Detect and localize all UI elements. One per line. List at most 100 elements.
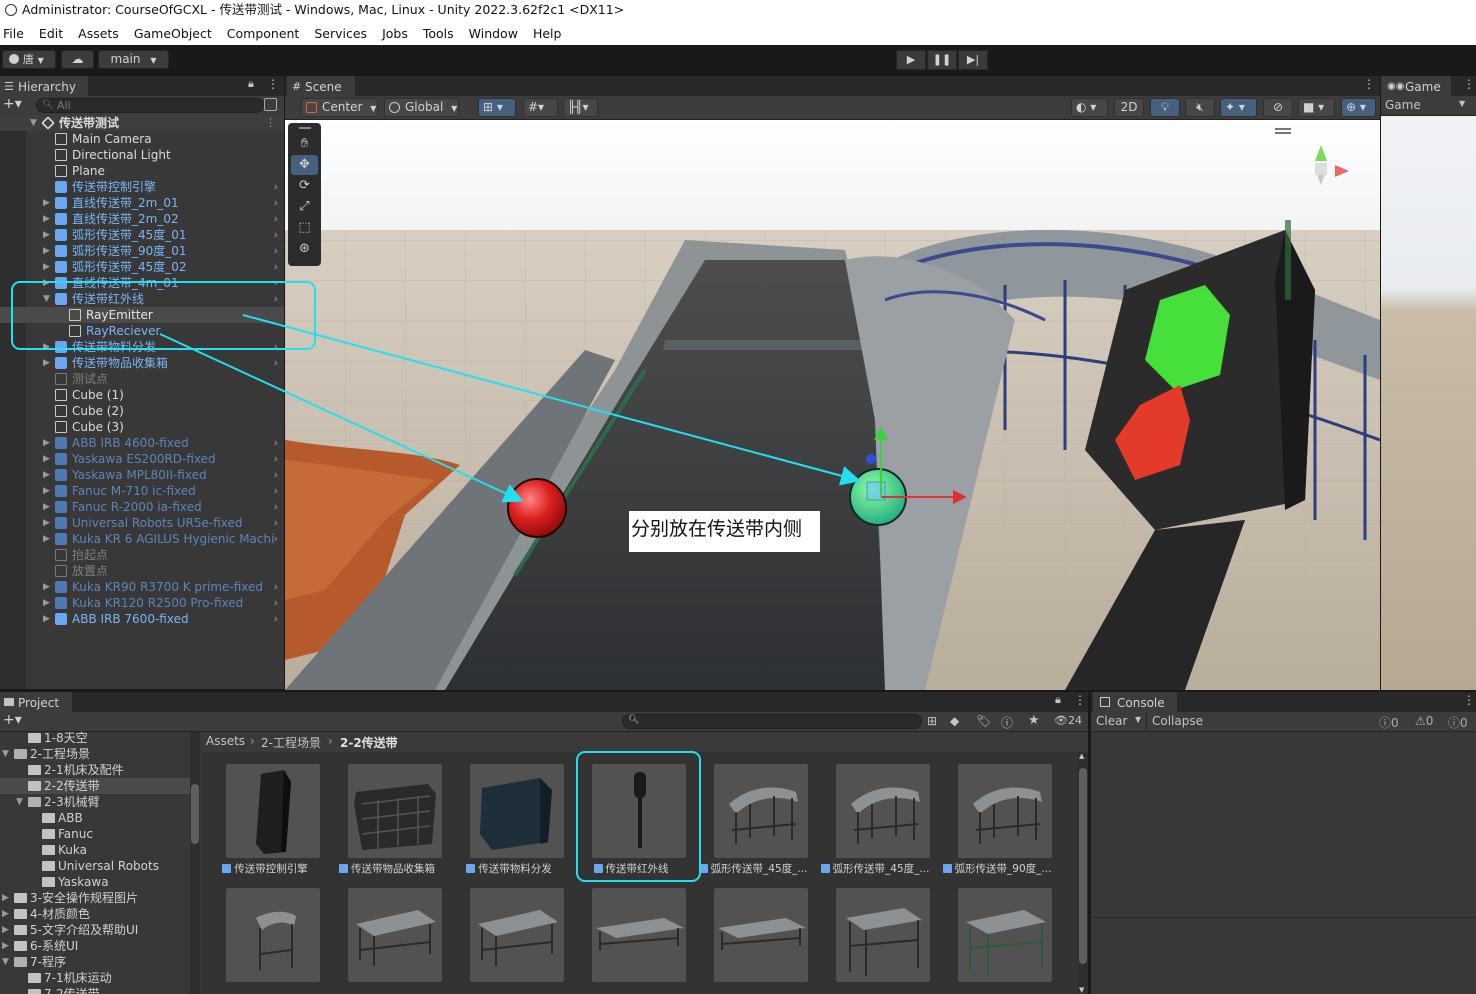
chevron-right-icon[interactable]: › <box>274 195 278 211</box>
add-icon[interactable]: +▾ <box>3 96 22 112</box>
chevron-right-icon[interactable]: › <box>274 499 278 515</box>
chevron-right-icon[interactable]: › <box>274 435 278 451</box>
foldout-icon[interactable]: ▶ <box>43 211 50 227</box>
foldout-icon[interactable]: ▶ <box>43 227 50 243</box>
menu-item-tools[interactable]: Tools <box>423 26 454 41</box>
search-by-label-icon[interactable]: ◆ <box>950 714 959 728</box>
chevron-right-icon[interactable]: › <box>274 179 278 195</box>
pivot-dropdown[interactable]: Center ▼ <box>301 98 378 117</box>
hierarchy-row[interactable]: Cube (2) <box>0 403 284 419</box>
foldout-icon[interactable]: ▶ <box>43 483 50 499</box>
tree-item[interactable]: 2-1机床及配件 <box>0 762 190 778</box>
menu-item-assets[interactable]: Assets <box>78 26 119 41</box>
game-display-dropdown[interactable]: Game ▼ <box>1381 96 1476 116</box>
hierarchy-row[interactable]: ▶ Kuka KR 6 AGILUS Hygienic Machi › <box>0 531 284 547</box>
tools-drag-handle[interactable] <box>291 125 318 131</box>
scene-visibility-icon[interactable] <box>264 98 277 111</box>
asset-item[interactable]: 弧形传送带_45度_... <box>814 764 936 884</box>
hierarchy-row[interactable]: ▶ ABB IRB 4600-fixed › <box>0 435 284 451</box>
breadcrumb-item-scene[interactable]: 2-工程场景 <box>261 734 321 751</box>
warning-count-toggle[interactable]: ⚠0 <box>1415 714 1433 728</box>
tree-item[interactable]: ▶ 3-安全操作规程图片 <box>0 890 190 906</box>
tree-scrollbar[interactable] <box>190 732 200 994</box>
hierarchy-search-input[interactable]: 🔍︎ All <box>36 98 264 113</box>
draw-mode-dropdown[interactable]: ◐ ▾ <box>1071 98 1108 117</box>
add-icon[interactable]: +▾ <box>3 712 22 728</box>
more-options-icon[interactable]: ⋮ <box>1463 693 1475 707</box>
asset-item[interactable]: 传送带控制引擎 <box>204 764 326 884</box>
hierarchy-row[interactable]: Cube (3) <box>0 419 284 435</box>
tree-item[interactable]: ▼ 7-程序 <box>0 954 190 970</box>
pause-button[interactable]: ❚❚ <box>927 50 957 70</box>
foldout-icon[interactable]: ▶ <box>2 938 9 954</box>
foldout-icon[interactable]: ▶ <box>43 355 50 371</box>
foldout-icon[interactable]: ▶ <box>43 515 50 531</box>
chevron-right-icon[interactable]: › <box>274 355 278 371</box>
foldout-icon[interactable]: ▼ <box>16 794 23 810</box>
menu-item-edit[interactable]: Edit <box>39 26 63 41</box>
menu-item-file[interactable]: File <box>3 26 24 41</box>
camera-dropdown[interactable]: ■ ▾ <box>1298 98 1335 117</box>
tree-item[interactable]: 7-2传送带 <box>0 986 190 994</box>
foldout-icon[interactable]: ▶ <box>2 922 9 938</box>
asset-item[interactable] <box>570 888 692 994</box>
menu-item-window[interactable]: Window <box>469 26 518 41</box>
foldout-icon[interactable]: ▼ <box>2 746 9 762</box>
hierarchy-row[interactable]: ▶ 直线传送带_2m_01 › <box>0 195 284 211</box>
foldout-icon[interactable]: ▶ <box>43 531 50 547</box>
chevron-right-icon[interactable]: › <box>274 515 278 531</box>
branch-dropdown[interactable]: main ▼ <box>98 50 169 69</box>
asset-item[interactable] <box>326 888 448 994</box>
error-count-toggle[interactable]: ⓘ0 <box>1448 714 1468 731</box>
scene-root-row[interactable]: ▼ 传送带测试 ⋮ <box>0 115 284 131</box>
menu-item-jobs[interactable]: Jobs <box>382 26 408 41</box>
tree-item[interactable]: 2-2传送带 <box>0 778 190 794</box>
hierarchy-row[interactable]: ▶ Yaskawa MPL80II-fixed › <box>0 467 284 483</box>
clear-options-chevron-icon[interactable]: ▼ <box>1135 715 1141 724</box>
foldout-icon[interactable]: ▶ <box>43 451 50 467</box>
chevron-right-icon[interactable]: › <box>274 467 278 483</box>
effects-dropdown[interactable]: ✦ ▾ <box>1220 98 1257 117</box>
clear-button[interactable]: Clear <box>1096 714 1127 728</box>
tab-project[interactable]: Project <box>0 692 72 713</box>
lock-icon[interactable]: 🔒︎ <box>248 77 254 91</box>
tree-item[interactable]: Fanuc <box>0 826 190 842</box>
space-dropdown[interactable]: Global ▼ <box>384 98 459 117</box>
asset-item[interactable] <box>814 888 936 994</box>
tab-console[interactable]: Console <box>1093 692 1177 713</box>
chevron-right-icon[interactable]: › <box>274 611 278 627</box>
hierarchy-row[interactable]: Main Camera <box>0 131 284 147</box>
more-options-icon[interactable]: ⋮ <box>265 115 276 131</box>
more-options-icon[interactable]: ⋮ <box>1363 77 1375 91</box>
chevron-right-icon[interactable]: › <box>274 451 278 467</box>
hierarchy-row[interactable]: ▶ Universal Robots UR5e-fixed › <box>0 515 284 531</box>
asset-item[interactable] <box>692 888 814 994</box>
asset-item[interactable] <box>936 888 1058 994</box>
foldout-icon[interactable]: ▶ <box>43 259 50 275</box>
asset-item[interactable] <box>448 888 570 994</box>
tree-item[interactable]: 1-8天空 <box>0 730 190 746</box>
foldout-icon[interactable]: ▶ <box>43 195 50 211</box>
asset-item[interactable] <box>204 888 326 994</box>
hierarchy-row[interactable]: ▶ 直线传送带_2m_02 › <box>0 211 284 227</box>
lighting-toggle[interactable]: 💡︎ <box>1150 98 1180 117</box>
tag-icon[interactable]: 🏷︎ <box>976 714 991 728</box>
chevron-right-icon[interactable]: › <box>274 531 278 547</box>
hierarchy-row[interactable]: ▶ 弧形传送带_45度_02 › <box>0 259 284 275</box>
asset-scrollbar[interactable]: ▲ ▼ <box>1078 752 1088 994</box>
more-options-icon[interactable]: ⋮ <box>1463 77 1475 91</box>
tab-hierarchy[interactable]: ☰ Hierarchy <box>0 76 88 97</box>
foldout-icon[interactable]: ▶ <box>2 890 9 906</box>
breadcrumb-item-current[interactable]: 2-2传送带 <box>340 734 398 751</box>
foldout-icon[interactable]: ▶ <box>43 435 50 451</box>
hierarchy-row[interactable]: Plane <box>0 163 284 179</box>
toggle-2d-button[interactable]: 2D <box>1114 98 1144 117</box>
cloud-button[interactable]: ☁ <box>61 50 94 69</box>
hidden-packages-toggle[interactable]: 👁︎24 <box>1054 714 1082 727</box>
gizmos-dropdown[interactable]: ⊕ ▾ <box>1341 98 1376 117</box>
lock-icon[interactable]: 🔒︎ <box>1055 693 1061 707</box>
menu-item-gameobject[interactable]: GameObject <box>134 26 212 41</box>
foldout-icon[interactable]: ▶ <box>2 906 9 922</box>
hierarchy-row[interactable]: 放置点 <box>0 563 284 579</box>
scale-tool[interactable]: ⤢ <box>291 197 318 217</box>
